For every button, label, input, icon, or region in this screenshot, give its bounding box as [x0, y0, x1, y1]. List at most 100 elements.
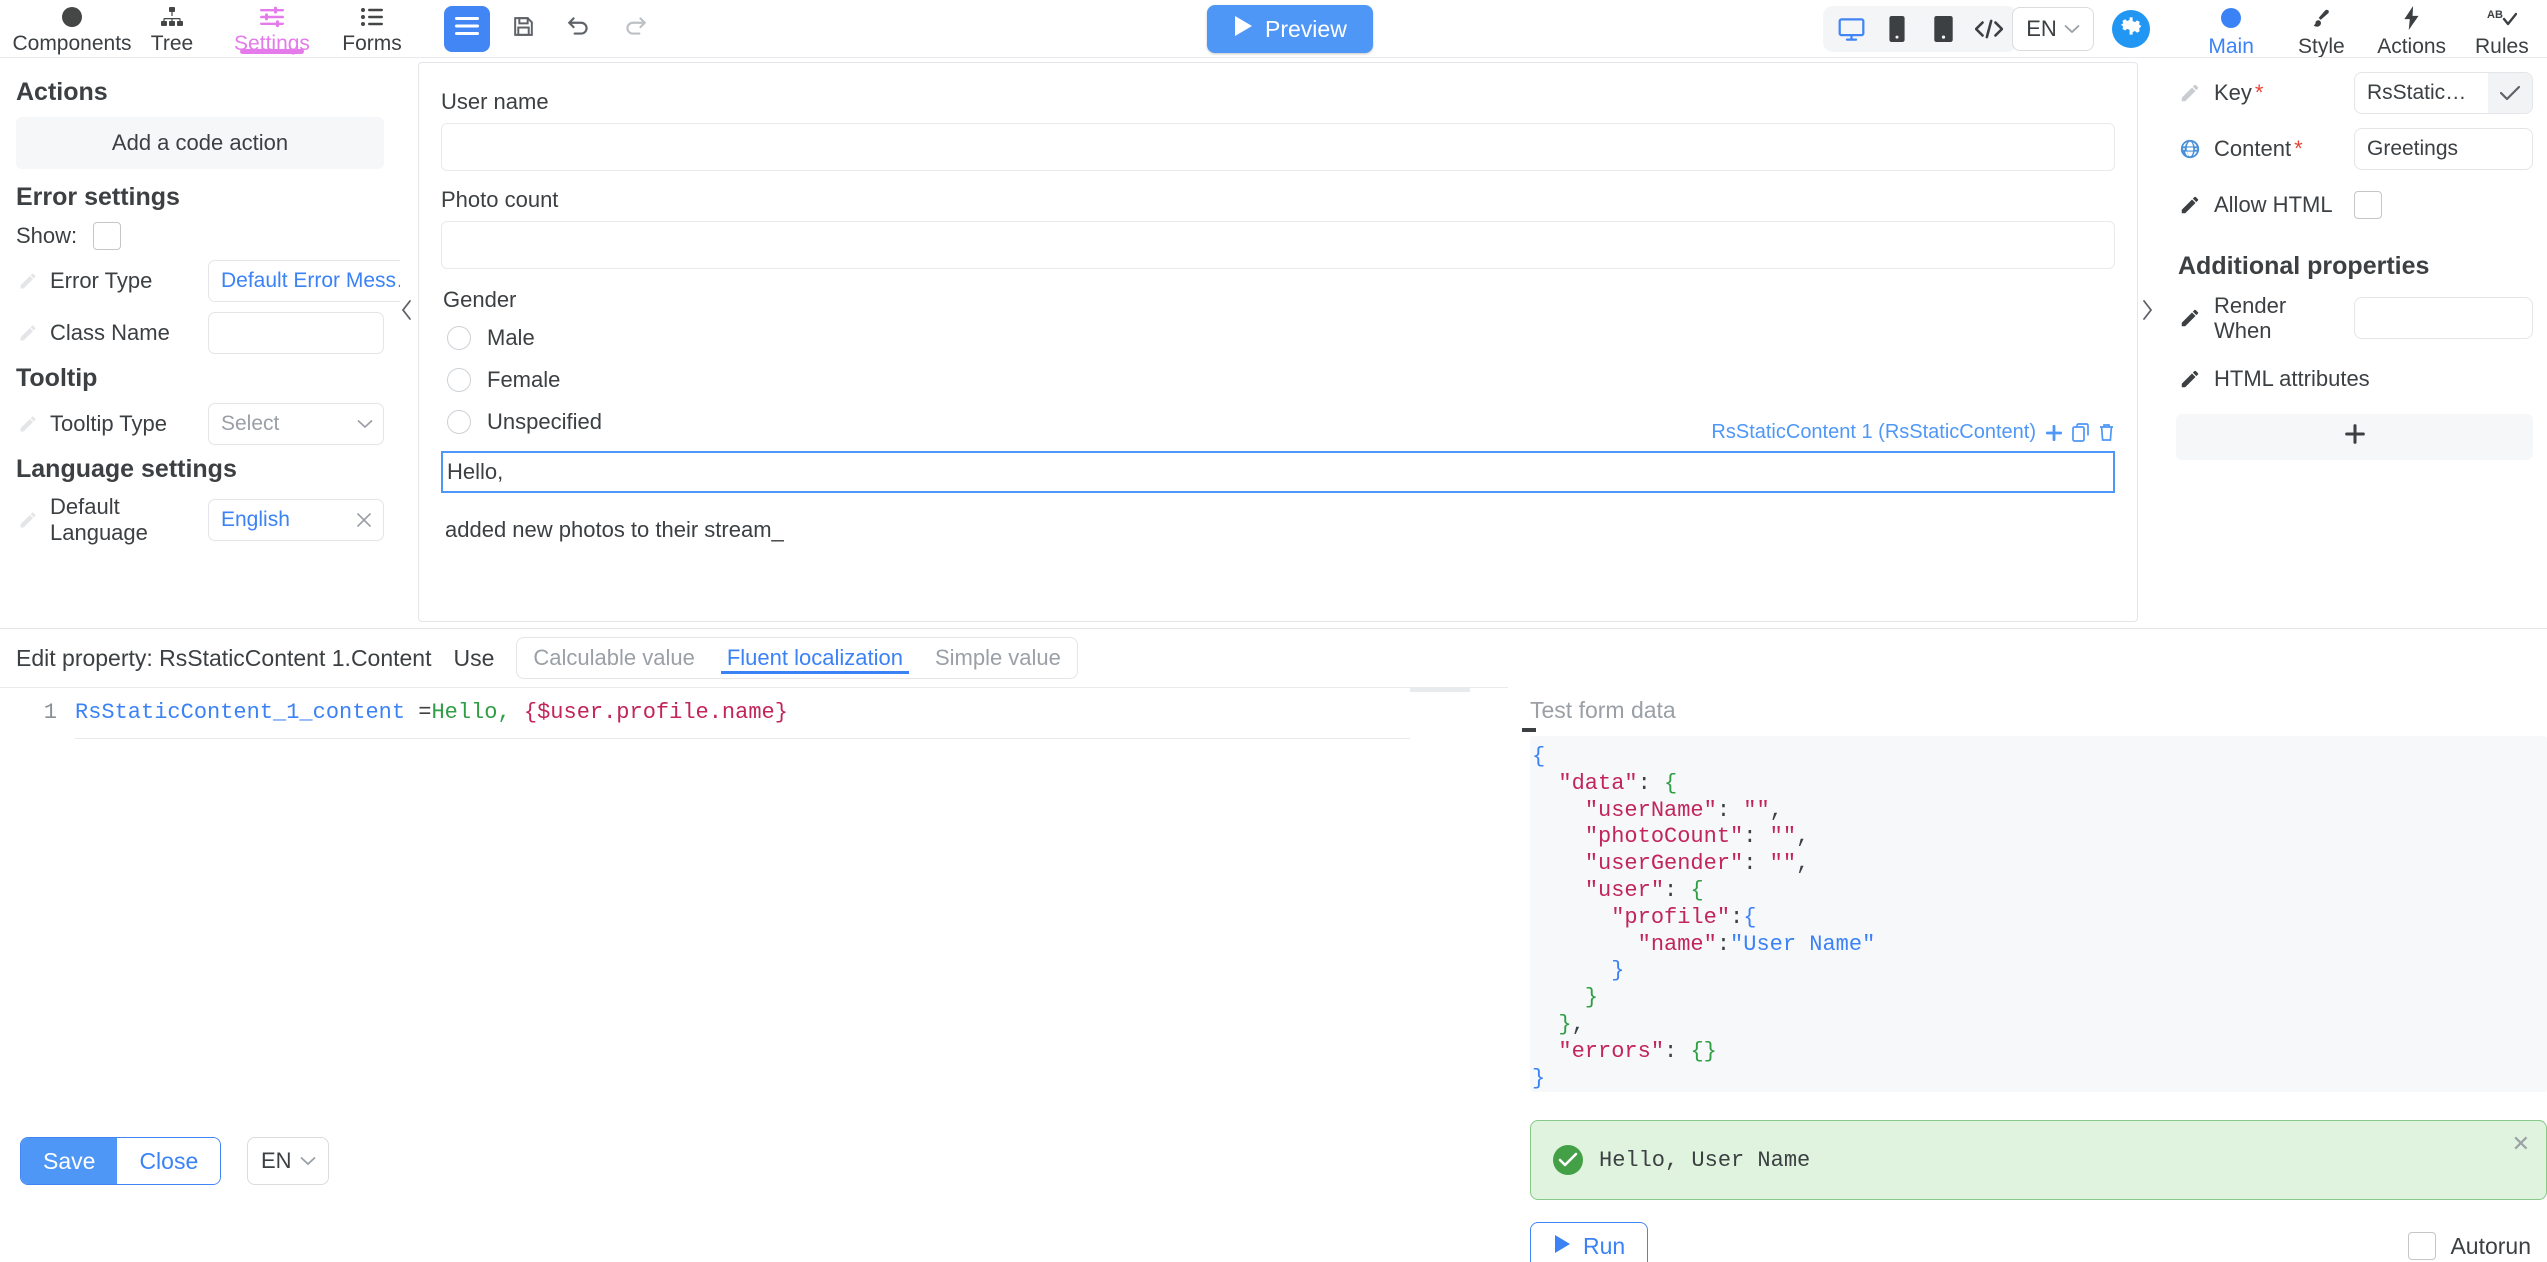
- pen-icon: [16, 323, 40, 343]
- undo-button[interactable]: [556, 6, 602, 52]
- editor-header: Edit property: RsStaticContent 1.Content…: [0, 629, 2547, 687]
- save-button[interactable]: Save: [21, 1138, 117, 1184]
- close-icon[interactable]: ✕: [2512, 1131, 2530, 1157]
- allow-html-checkbox[interactable]: [2354, 191, 2382, 219]
- render-when-field[interactable]: [2354, 297, 2533, 339]
- editor-language-selector[interactable]: EN: [247, 1137, 329, 1185]
- selected-component-box[interactable]: Hello,: [441, 451, 2115, 493]
- default-language-field[interactable]: English: [208, 499, 384, 541]
- add-property-button[interactable]: [2176, 414, 2533, 460]
- property-editor-panel: Edit property: RsStaticContent 1.Content…: [0, 628, 2547, 1262]
- gender-option-female-label: Female: [487, 367, 560, 393]
- render-when-row: Render When: [2176, 293, 2533, 344]
- nav-tab-components[interactable]: Components: [22, 0, 122, 58]
- render-when-label: Render When: [2214, 293, 2344, 344]
- json-line: "name":"User Name": [1530, 932, 2547, 959]
- allow-html-row: Allow HTML: [2176, 184, 2533, 226]
- main-nav-tabs: Components Tree Settings Forms: [0, 0, 422, 58]
- preview-button[interactable]: Preview: [1207, 5, 1373, 53]
- key-property-field[interactable]: RsStaticContent 1: [2354, 72, 2533, 114]
- code-editor[interactable]: 1 RsStaticContent_1_content =Hello, {$us…: [0, 687, 1508, 1200]
- desktop-icon[interactable]: [1829, 9, 1873, 49]
- tab-rules-label: Rules: [2475, 35, 2529, 59]
- property-panel: Key* RsStaticContent 1 Content* Greeting…: [2168, 62, 2547, 628]
- settings-gear-button[interactable]: [2112, 10, 2150, 48]
- class-name-field[interactable]: [208, 312, 384, 354]
- key-property-row: Key* RsStaticContent 1: [2176, 72, 2533, 114]
- gender-option-male[interactable]: Male: [441, 325, 2115, 351]
- autorun-label: Autorun: [2450, 1233, 2531, 1260]
- photo-count-input[interactable]: [441, 221, 2115, 269]
- line-number: 1: [0, 700, 75, 725]
- editor-footer: Save Close EN: [0, 1122, 1508, 1200]
- gender-option-male-label: Male: [487, 325, 535, 351]
- mobile-icon[interactable]: [1921, 9, 1965, 49]
- tab-fluent-localization[interactable]: Fluent localization: [711, 638, 919, 678]
- fold-handle: [1522, 728, 1536, 732]
- tooltip-type-value: Select: [221, 412, 357, 436]
- json-line: "photoCount": "",: [1530, 824, 2547, 851]
- test-form-data-title: Test form data: [1530, 687, 2547, 736]
- tab-calculable-value[interactable]: Calculable value: [517, 638, 710, 678]
- nav-tab-settings[interactable]: Settings: [222, 0, 322, 58]
- content-property-label: Content*: [2214, 136, 2344, 161]
- chevron-down-icon: [357, 419, 373, 429]
- tooltip-type-label: Tooltip Type: [50, 411, 198, 437]
- content-property-field[interactable]: Greetings: [2354, 128, 2533, 170]
- tablet-icon[interactable]: [1875, 9, 1919, 49]
- copy-icon[interactable]: [2072, 423, 2090, 442]
- nav-tab-forms-label: Forms: [342, 33, 402, 54]
- save-button[interactable]: [500, 6, 546, 52]
- close-button[interactable]: Close: [117, 1138, 220, 1184]
- trash-icon[interactable]: [2098, 423, 2115, 442]
- collapse-right-panel-button[interactable]: [2136, 290, 2158, 330]
- error-type-field[interactable]: Default Error Mess…: [208, 260, 400, 302]
- gender-option-female[interactable]: Female: [441, 367, 2115, 393]
- gear-icon: [2118, 13, 2144, 45]
- collapse-left-panel-button[interactable]: [396, 290, 418, 330]
- gender-group-label: Gender: [443, 287, 2115, 313]
- radio-icon: [447, 410, 471, 434]
- save-close-group: Save Close: [20, 1137, 221, 1185]
- tab-rules[interactable]: AB Rules: [2457, 0, 2547, 59]
- tooltip-type-select[interactable]: Select: [208, 403, 384, 445]
- show-errors-checkbox[interactable]: [93, 222, 121, 250]
- selected-component-text: Hello,: [447, 459, 503, 485]
- json-line: }: [1530, 958, 2547, 985]
- plus-icon[interactable]: [2044, 423, 2064, 443]
- json-line: "userGender": "",: [1530, 851, 2547, 878]
- tab-main-label: Main: [2208, 35, 2254, 59]
- tab-simple-value[interactable]: Simple value: [919, 638, 1077, 678]
- autorun-toggle[interactable]: Autorun: [2408, 1232, 2547, 1260]
- show-errors-label: Show:: [16, 223, 77, 249]
- required-mark: *: [2255, 80, 2264, 105]
- circle-icon: [2220, 5, 2242, 31]
- autorun-checkbox[interactable]: [2408, 1232, 2436, 1260]
- run-result-text: Hello, User Name: [1599, 1148, 1810, 1173]
- nav-tab-forms[interactable]: Forms: [322, 0, 422, 58]
- tab-style[interactable]: Style: [2276, 0, 2366, 59]
- nav-tab-tree[interactable]: Tree: [122, 0, 222, 58]
- test-form-data-editor[interactable]: { "data": { "userName": "", "photoCount"…: [1530, 736, 2547, 1092]
- language-selector[interactable]: EN: [2012, 7, 2094, 51]
- menu-button[interactable]: [444, 6, 490, 52]
- add-code-action-button[interactable]: Add a code action: [16, 117, 384, 169]
- nav-tab-settings-label: Settings: [234, 33, 310, 54]
- default-language-value: English: [221, 508, 355, 532]
- confirm-check-icon[interactable]: [2488, 73, 2532, 113]
- clear-icon[interactable]: [355, 511, 373, 529]
- redo-button[interactable]: [612, 6, 658, 52]
- tab-actions[interactable]: Actions: [2367, 0, 2457, 59]
- radio-icon: [447, 368, 471, 392]
- ab-check-icon: AB: [2487, 5, 2517, 31]
- run-button[interactable]: Run: [1530, 1222, 1648, 1262]
- tab-main[interactable]: Main: [2186, 0, 2276, 59]
- code-variable: {$user.profile.name}: [524, 700, 788, 725]
- user-name-input[interactable]: [441, 123, 2115, 171]
- code-icon[interactable]: [1967, 9, 2011, 49]
- required-mark: *: [2294, 136, 2303, 161]
- error-type-label: Error Type: [50, 268, 198, 294]
- run-button-label: Run: [1583, 1233, 1625, 1260]
- undo-icon: [566, 13, 592, 45]
- html-attributes-label: HTML attributes: [2214, 366, 2533, 391]
